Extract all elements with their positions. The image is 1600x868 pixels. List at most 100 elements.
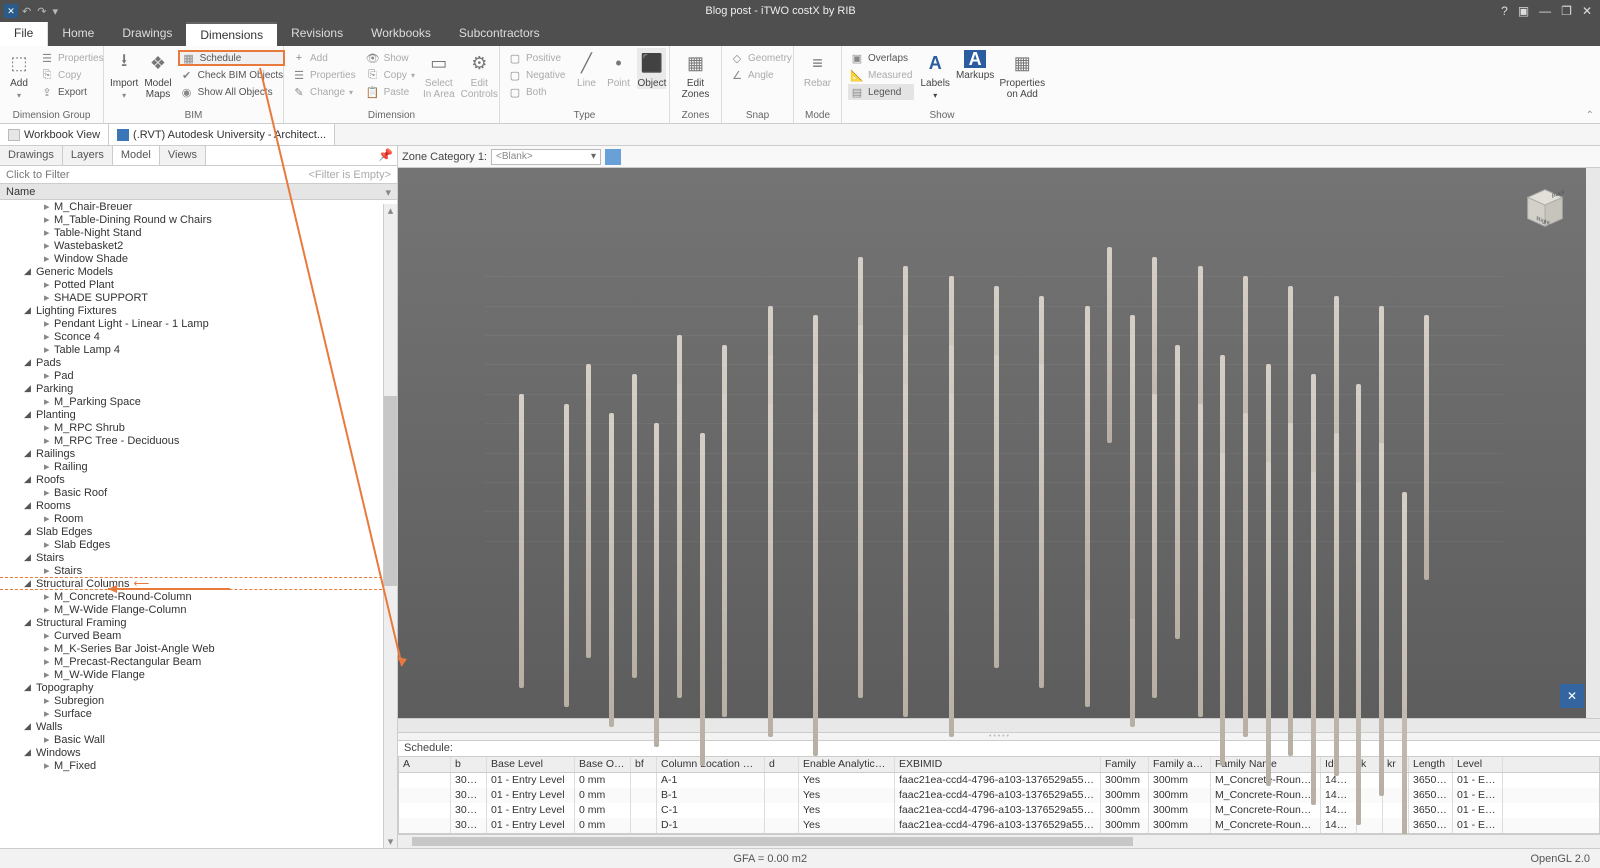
sidebar-scrollbar[interactable]: ▴ ▾ [383, 204, 397, 848]
tree-node[interactable]: ◢Generic Models [0, 265, 397, 278]
snap-geometry-button[interactable]: ◇Geometry [728, 50, 794, 66]
schedule-row[interactable]: 300 mm01 - Entry Level0 mmD-1Yesfaac21ea… [399, 818, 1599, 833]
tab-drawings[interactable]: Drawings [0, 146, 63, 165]
tree-node[interactable]: ◢Topography [0, 681, 397, 694]
restore-ribbon-icon[interactable]: ▣ [1518, 4, 1529, 18]
col-header[interactable]: Family and Type [1149, 757, 1211, 772]
positive-button[interactable]: ▢Positive [506, 50, 567, 66]
scrollbar-thumb[interactable] [384, 396, 397, 586]
menu-tab-subcontractors[interactable]: Subcontractors [445, 22, 554, 46]
tree-node[interactable]: ▸Subregion [0, 694, 397, 707]
tree-node[interactable]: ▸Slab Edges [0, 538, 397, 551]
point-type-button[interactable]: •Point [605, 48, 631, 89]
schedule-row[interactable]: 300 mm01 - Entry Level0 mmA-1Yesfaac21ea… [399, 773, 1599, 788]
col-header[interactable]: Base Level [487, 757, 575, 772]
edit-controls-button[interactable]: ⚙Edit Controls [461, 48, 498, 100]
viewport-vscroll[interactable] [1586, 168, 1600, 718]
col-header[interactable]: Id [1321, 757, 1357, 772]
import-button[interactable]: ⭳Import▾ [110, 48, 138, 100]
tree-node[interactable]: ◢Railings [0, 447, 397, 460]
tree-node[interactable]: ▸Pad [0, 369, 397, 382]
dim-paste-button[interactable]: 📋Paste [364, 84, 417, 100]
legend-button[interactable]: ▤Legend [848, 84, 914, 100]
tree-node[interactable]: ▸Railing [0, 460, 397, 473]
name-column-header[interactable]: Name ▾ [0, 184, 397, 200]
tree-node[interactable]: ▸M_Table-Dining Round w Chairs [0, 213, 397, 226]
dg-copy-button[interactable]: ⎘Copy [38, 67, 106, 83]
zone-settings-icon[interactable] [605, 149, 621, 165]
schedule-hscroll-thumb[interactable] [412, 837, 1133, 846]
splitter-handle[interactable]: • • • • • [398, 732, 1600, 740]
file-menu[interactable]: File [0, 22, 48, 46]
col-header[interactable]: Column Location Mark [657, 757, 765, 772]
tree-node[interactable]: ▸Wastebasket2 [0, 239, 397, 252]
negative-button[interactable]: ▢Negative [506, 67, 567, 83]
tree-node[interactable]: ◢Walls [0, 720, 397, 733]
col-header[interactable]: Base Offset [575, 757, 631, 772]
ribbon-collapse-icon[interactable]: ⌃ [1586, 110, 1594, 121]
tree-node[interactable]: ▸M_K-Series Bar Joist-Angle Web [0, 642, 397, 655]
tree-node[interactable]: ◢Stairs [0, 551, 397, 564]
tree-node[interactable]: ▸Basic Wall [0, 733, 397, 746]
menu-tab-home[interactable]: Home [48, 22, 108, 46]
add-dim-group-button[interactable]: ⬚ Add ▾ [6, 48, 32, 100]
tree-node[interactable]: ◢Lighting Fixtures [0, 304, 397, 317]
rebar-mode-button[interactable]: ≡Rebar [800, 48, 835, 89]
col-header[interactable]: d [765, 757, 799, 772]
tree-node[interactable]: ▸Stairs [0, 564, 397, 577]
dim-change-button[interactable]: ✎Change▾ [290, 84, 358, 100]
tree-node[interactable]: ▸Sconce 4 [0, 330, 397, 343]
tree-node[interactable]: ▸M_Precast-Rectangular Beam [0, 655, 397, 668]
redo-icon[interactable]: ↷ [35, 5, 48, 18]
object-type-button[interactable]: ⬛Object [637, 48, 666, 89]
select-in-area-button[interactable]: ▭Select In Area [423, 48, 455, 100]
maximize-icon[interactable]: ❐ [1561, 4, 1572, 18]
schedule-header[interactable]: AbBase LevelBase OffsetbfColumn Location… [399, 757, 1599, 773]
both-button[interactable]: ▢Both [506, 84, 567, 100]
schedule-button[interactable]: ▦Schedule [178, 50, 286, 66]
tree-node[interactable]: ◢Structural Framing [0, 616, 397, 629]
tree-node[interactable]: ◢Rooms [0, 499, 397, 512]
dg-properties-button[interactable]: ☰Properties [38, 50, 106, 66]
tree-node[interactable]: ◢Roofs [0, 473, 397, 486]
tree-node[interactable]: ◢Pads [0, 356, 397, 369]
filter-row[interactable]: Click to Filter <Filter is Empty> [0, 166, 397, 184]
tree-node[interactable]: ▸M_Concrete-Round-Column [0, 590, 397, 603]
viewport-hscroll[interactable] [398, 718, 1600, 732]
measured-button[interactable]: 📐Measured [848, 67, 914, 83]
tree-node[interactable]: ▸M_W-Wide Flange [0, 668, 397, 681]
model-maps-button[interactable]: ❖Model Maps [144, 48, 171, 100]
tree-node[interactable]: ▸M_RPC Shrub [0, 421, 397, 434]
tree-node[interactable]: ▸Basic Roof [0, 486, 397, 499]
show-all-objects-button[interactable]: ◉Show All Objects [178, 84, 286, 100]
col-header[interactable]: Level [1453, 757, 1503, 772]
3d-viewport[interactable]: Right Back ✕ [398, 168, 1600, 718]
minimize-icon[interactable]: — [1539, 4, 1551, 18]
tab-workbook-view[interactable]: Workbook View [0, 124, 109, 145]
line-type-button[interactable]: ╱Line [573, 48, 599, 89]
col-header[interactable]: bf [631, 757, 657, 772]
menu-tab-dimensions[interactable]: Dimensions [186, 22, 277, 46]
tree-node[interactable]: ▸Surface [0, 707, 397, 720]
check-bim-button[interactable]: ✔Check BIM Objects [178, 67, 286, 83]
tree-node[interactable]: ▸SHADE SUPPORT [0, 291, 397, 304]
menu-tab-drawings[interactable]: Drawings [108, 22, 186, 46]
tab-views[interactable]: Views [160, 146, 206, 165]
tab-layers[interactable]: Layers [63, 146, 113, 165]
tab-model[interactable]: Model [113, 146, 160, 165]
dim-properties-button[interactable]: ☰Properties [290, 67, 358, 83]
tree-node[interactable]: ▸M_Parking Space [0, 395, 397, 408]
nav-cube[interactable]: Right Back [1516, 182, 1574, 234]
dg-export-button[interactable]: ⇪Export [38, 84, 106, 100]
undo-icon[interactable]: ↶ [20, 5, 33, 18]
tree-node[interactable]: ▸Pendant Light - Linear - 1 Lamp [0, 317, 397, 330]
dim-copy-button[interactable]: ⎘Copy▾ [364, 67, 417, 83]
markups-button[interactable]: AMarkups [956, 48, 994, 81]
dim-add-button[interactable]: +Add [290, 50, 358, 66]
zone-category-combo[interactable]: <Blank>▾ [491, 149, 601, 165]
tree-node[interactable]: ◢Slab Edges [0, 525, 397, 538]
tree-node[interactable]: ▸Room [0, 512, 397, 525]
snap-angle-button[interactable]: ∠Angle [728, 67, 794, 83]
dim-show-button[interactable]: 👁Show [364, 50, 417, 66]
tree-node[interactable]: ▸Potted Plant [0, 278, 397, 291]
